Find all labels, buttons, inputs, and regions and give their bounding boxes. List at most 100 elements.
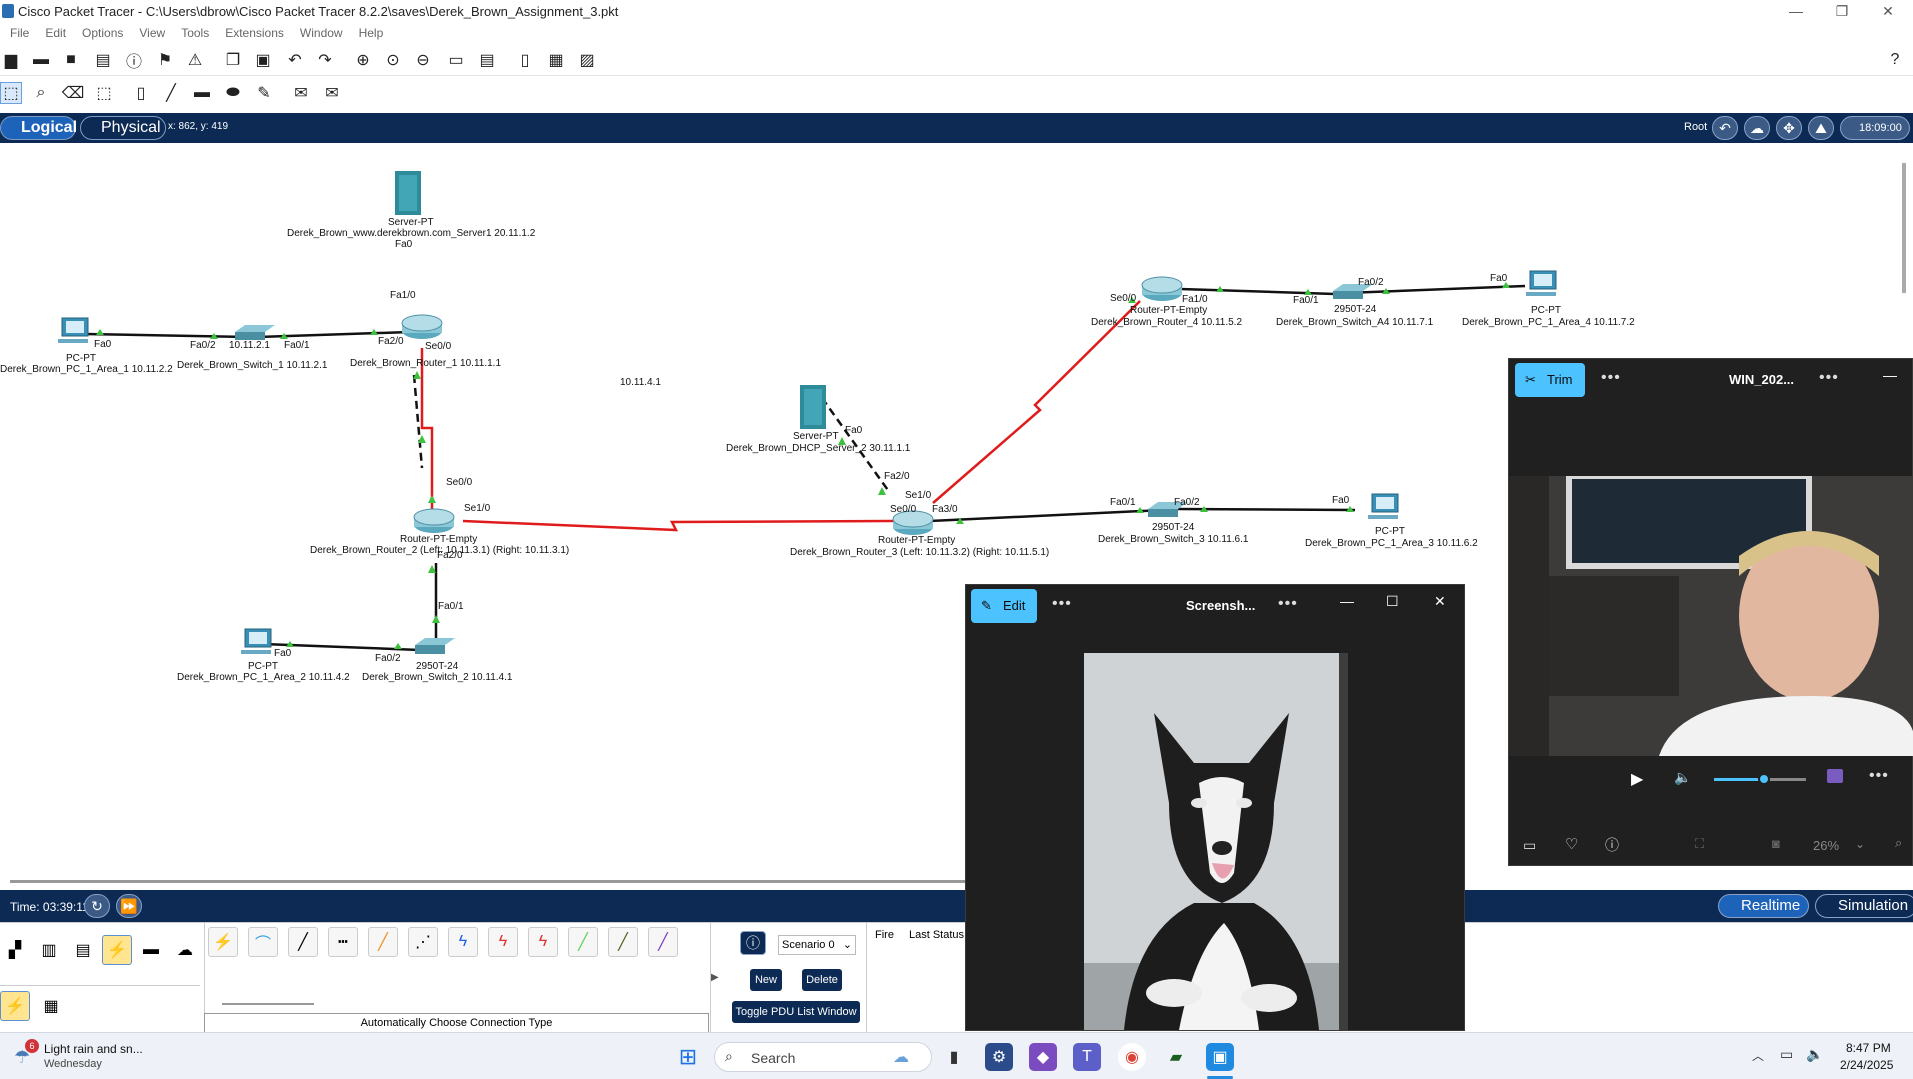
select-icon[interactable]: ⬚: [0, 82, 22, 104]
menu-help[interactable]: Help: [359, 24, 384, 40]
grid-icon[interactable]: ▦: [36, 991, 66, 1021]
phone-cable-icon[interactable]: ⋰: [408, 927, 438, 957]
auto-connection-type-icon[interactable]: ⚡: [208, 927, 238, 957]
paste-icon[interactable]: ▣: [252, 49, 274, 71]
power-cycle-icon[interactable]: ↻: [84, 894, 110, 918]
console-cable-icon[interactable]: ⌒: [248, 927, 278, 957]
draw-line-icon[interactable]: ╱: [160, 82, 182, 104]
activity-wizard-icon[interactable]: ⚠: [184, 49, 206, 71]
volume-icon[interactable]: 🔈: [1806, 1046, 1823, 1063]
physical-tab[interactable]: Physical: [80, 116, 166, 140]
filmstrip-icon[interactable]: ▭: [1523, 837, 1536, 854]
more-options-icon[interactable]: •••: [1601, 369, 1621, 387]
task-view-icon[interactable]: ▮: [940, 1043, 968, 1071]
octal-cable-icon[interactable]: ╱: [568, 927, 598, 957]
search-box[interactable]: ⌕ Search ☁: [714, 1042, 932, 1072]
drawing-palette-icon[interactable]: ▭: [445, 49, 467, 71]
usb-cable-icon[interactable]: ╱: [648, 927, 678, 957]
volume-icon[interactable]: 🔈: [1674, 769, 1691, 786]
draw-rectangle-icon[interactable]: ▬: [191, 82, 213, 104]
cisco-icon[interactable]: ▰: [1162, 1043, 1190, 1071]
menu-extensions[interactable]: Extensions: [225, 24, 284, 40]
minimize-icon[interactable]: —: [1340, 593, 1354, 609]
menu-tools[interactable]: Tools: [181, 24, 209, 40]
snapshot-icon[interactable]: ◙: [1772, 836, 1780, 851]
packet-tracer-taskbar-icon[interactable]: ⚙: [985, 1043, 1013, 1071]
weather-text[interactable]: Light rain and sn...: [44, 1042, 143, 1056]
set-background-icon[interactable]: ⛰: [1808, 116, 1834, 140]
move-object-icon[interactable]: ✥: [1776, 116, 1802, 140]
open-folder-icon[interactable]: ▬: [30, 49, 52, 71]
volume-slider[interactable]: [1714, 773, 1806, 785]
info-icon[interactable]: ⓘ: [123, 49, 145, 71]
chevron-up-icon[interactable]: ︿: [1752, 1047, 1764, 1064]
photos-taskbar-icon[interactable]: ▣: [1206, 1043, 1234, 1071]
iot-custom-cable-icon[interactable]: ╱: [608, 927, 638, 957]
copy-icon[interactable]: ❐: [222, 49, 244, 71]
draw-ellipse-icon[interactable]: ⬬: [222, 82, 244, 104]
new-scenario-button[interactable]: New: [750, 969, 782, 991]
title-more-icon[interactable]: •••: [1819, 369, 1839, 387]
minimize-icon[interactable]: —: [1883, 367, 1897, 383]
palette-scroll[interactable]: [222, 1003, 314, 1005]
close-icon[interactable]: ✕: [1434, 593, 1446, 610]
place-note-icon[interactable]: ▯: [130, 82, 152, 104]
fiber-icon[interactable]: ╱: [368, 927, 398, 957]
undo-icon[interactable]: ↶: [284, 49, 306, 71]
print-icon[interactable]: ▤: [92, 49, 114, 71]
menu-options[interactable]: Options: [82, 24, 123, 40]
logical-tab[interactable]: Logical: [0, 116, 77, 140]
close-button[interactable]: ✕: [1865, 0, 1911, 24]
panel-splitter[interactable]: ▶: [710, 923, 722, 1033]
start-icon[interactable]: ⊞: [674, 1043, 702, 1071]
components-icon[interactable]: ▤: [68, 935, 98, 965]
chrome-icon[interactable]: ◉: [1118, 1043, 1146, 1071]
copper-straight-through-icon[interactable]: ╱: [288, 927, 318, 957]
coaxial-icon[interactable]: ϟ: [448, 927, 478, 957]
zoom-out-icon[interactable]: ⊖: [412, 49, 434, 71]
image-icon[interactable]: ▨: [576, 49, 598, 71]
auto-connection-icon[interactable]: ⚡: [0, 991, 30, 1021]
redo-icon[interactable]: ↷: [314, 49, 336, 71]
simulation-mode-button[interactable]: Simulation: [1815, 894, 1913, 918]
info-icon[interactable]: ⓘ: [1605, 835, 1619, 855]
add-simple-pdu-icon[interactable]: ✉: [290, 82, 312, 104]
zoom-in-icon[interactable]: ⊕: [352, 49, 374, 71]
minimize-button[interactable]: —: [1773, 0, 1819, 24]
fit-icon[interactable]: ⛶: [1695, 836, 1704, 852]
freeform-icon[interactable]: ✎: [253, 82, 275, 104]
maximize-icon[interactable]: ☐: [1386, 593, 1399, 610]
document-icon[interactable]: ▯: [514, 49, 536, 71]
chevron-down-icon[interactable]: ⌄: [1855, 837, 1865, 851]
inspect-icon[interactable]: ⌕: [30, 82, 52, 104]
misc-icon[interactable]: ▬: [136, 935, 166, 965]
teams-icon[interactable]: T: [1073, 1043, 1101, 1071]
scenario-info-icon[interactable]: ⓘ: [740, 931, 766, 955]
end-devices-icon[interactable]: ▥: [34, 935, 64, 965]
new-cluster-icon[interactable]: ☁: [1744, 116, 1770, 140]
menu-window[interactable]: Window: [300, 24, 343, 40]
connections-icon[interactable]: ⚡: [102, 935, 132, 965]
toggle-pdu-list-button[interactable]: Toggle PDU List Window: [732, 1001, 860, 1023]
save-icon[interactable]: ■: [60, 49, 82, 71]
zoom-reset-icon[interactable]: ⊙: [382, 49, 404, 71]
more-options-icon[interactable]: •••: [1052, 595, 1072, 613]
favorite-icon[interactable]: ♡: [1565, 835, 1578, 853]
title-more-icon[interactable]: •••: [1278, 595, 1298, 613]
serial-dce-icon[interactable]: ϟ: [488, 927, 518, 957]
network-wizard-icon[interactable]: ⚑: [154, 49, 176, 71]
visual-studio-icon[interactable]: ◆: [1029, 1043, 1057, 1071]
custom-devices-icon[interactable]: ▤: [476, 49, 498, 71]
maximize-button[interactable]: ❐: [1819, 0, 1865, 24]
zoom-icon[interactable]: ⌕: [1895, 835, 1902, 851]
trim-button[interactable]: ✂ Trim: [1515, 363, 1585, 397]
clipchamp-icon[interactable]: [1827, 769, 1843, 783]
menu-edit[interactable]: Edit: [45, 24, 66, 40]
copper-cross-over-icon[interactable]: ┅: [328, 927, 358, 957]
multiuser-icon[interactable]: ☁: [170, 935, 200, 965]
delete-icon[interactable]: ⌫: [62, 82, 85, 104]
menu-view[interactable]: View: [139, 24, 165, 40]
network-icon[interactable]: ▭: [1780, 1046, 1793, 1063]
realtime-mode-button[interactable]: Realtime: [1718, 894, 1810, 918]
serial-dte-icon[interactable]: ϟ: [528, 927, 558, 957]
